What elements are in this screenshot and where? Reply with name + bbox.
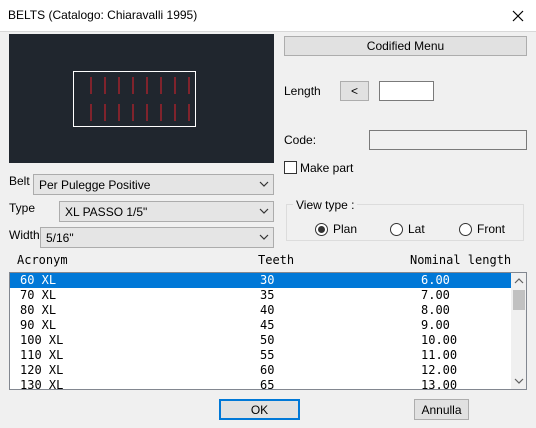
cell-teeth: 50 [260, 333, 275, 347]
radio-plan-label: Plan [333, 222, 358, 236]
cell-acronym: 120 XL [20, 363, 64, 377]
cell-nominal-length: 12.00 [421, 363, 458, 377]
width-select[interactable]: 5/16" [40, 227, 274, 248]
belt-teeth [90, 77, 190, 121]
table-row[interactable]: 70 XL 35 7.00 [10, 288, 511, 303]
chevron-down-icon [259, 234, 269, 240]
view-type-lat[interactable]: Lat [390, 222, 425, 236]
table-row[interactable]: 80 XL 40 8.00 [10, 303, 511, 318]
code-input[interactable] [369, 130, 527, 150]
radio-front[interactable] [459, 222, 472, 236]
belt-select-value: Per Pulegge Positive [39, 177, 151, 192]
cell-nominal-length: 7.00 [421, 288, 450, 302]
belt-select[interactable]: Per Pulegge Positive [33, 174, 274, 195]
radio-front-label: Front [477, 222, 506, 236]
width-select-value: 5/16" [46, 230, 74, 245]
table-row[interactable]: 110 XL 55 11.00 [10, 348, 511, 363]
chevron-down-icon [259, 208, 269, 214]
cell-acronym: 60 XL [20, 273, 57, 287]
type-select-value: XL PASSO 1/5" [65, 204, 148, 219]
make-part-checkbox[interactable] [284, 161, 297, 174]
table-row[interactable]: 130 XL 65 13.00 [10, 378, 511, 390]
cell-teeth: 45 [260, 318, 275, 332]
belt-outline [73, 71, 196, 127]
column-header-acronym[interactable]: Acronym [17, 253, 68, 267]
length-input[interactable] [379, 81, 434, 101]
length-pick-button[interactable]: < [340, 81, 369, 101]
cancel-button[interactable]: Annulla [414, 399, 469, 420]
chevron-down-icon [259, 181, 269, 187]
cell-acronym: 100 XL [20, 333, 64, 347]
column-header-teeth[interactable]: Teeth [258, 253, 294, 267]
cell-acronym: 110 XL [20, 348, 64, 362]
belt-preview [9, 34, 274, 163]
radio-lat-label: Lat [408, 222, 425, 236]
table-row[interactable]: 90 XL 45 9.00 [10, 318, 511, 333]
belt-preview-drawing [73, 71, 196, 127]
close-icon [512, 10, 524, 21]
scrollbar-thumb[interactable] [513, 290, 525, 310]
make-part-label: Make part [300, 161, 354, 175]
radio-plan-dot [318, 225, 325, 233]
cell-acronym: 90 XL [20, 318, 57, 332]
cell-acronym: 80 XL [20, 303, 57, 317]
cell-teeth: 40 [260, 303, 275, 317]
column-header-nominal-length[interactable]: Nominal length [410, 253, 511, 267]
cell-teeth: 35 [260, 288, 275, 302]
window-title: BELTS (Catalogo: Chiaravalli 1995) [8, 8, 198, 22]
width-label: Width [9, 228, 40, 242]
cell-nominal-length: 10.00 [421, 333, 458, 347]
belt-label: Belt [9, 174, 30, 188]
cell-acronym: 70 XL [20, 288, 57, 302]
cell-teeth: 60 [260, 363, 275, 377]
title-bar: BELTS (Catalogo: Chiaravalli 1995) [0, 0, 536, 32]
ok-button[interactable]: OK [219, 399, 300, 420]
table-row[interactable]: 120 XL 60 12.00 [10, 363, 511, 378]
view-type-legend: View type : [293, 198, 358, 212]
radio-plan[interactable] [315, 222, 328, 236]
view-type-front[interactable]: Front [459, 222, 505, 236]
cell-teeth: 30 [260, 273, 275, 287]
cell-teeth: 65 [260, 378, 275, 390]
list-scrollbar[interactable] [511, 273, 527, 389]
cell-teeth: 55 [260, 348, 275, 362]
codified-menu-button[interactable]: Codified Menu [284, 36, 527, 56]
table-row[interactable]: 100 XL 50 10.00 [10, 333, 511, 348]
radio-lat[interactable] [390, 222, 403, 236]
belts-list[interactable]: 60 XL 30 6.00 70 XL 35 7.00 80 XL 40 8.0… [9, 272, 527, 390]
table-row[interactable]: 60 XL 30 6.00 [10, 273, 511, 288]
cell-nominal-length: 13.00 [421, 378, 458, 390]
cell-nominal-length: 9.00 [421, 318, 450, 332]
cell-nominal-length: 11.00 [421, 348, 458, 362]
type-select[interactable]: XL PASSO 1/5" [59, 201, 274, 222]
scroll-down-icon[interactable] [511, 373, 527, 389]
cell-acronym: 130 XL [20, 378, 64, 390]
type-label: Type [9, 201, 36, 215]
code-label: Code: [284, 133, 317, 147]
length-label: Length [284, 84, 321, 98]
cell-nominal-length: 6.00 [421, 273, 450, 287]
close-button[interactable] [500, 0, 536, 31]
view-type-plan[interactable]: Plan [315, 222, 357, 236]
cell-nominal-length: 8.00 [421, 303, 450, 317]
scroll-up-icon[interactable] [511, 273, 527, 289]
